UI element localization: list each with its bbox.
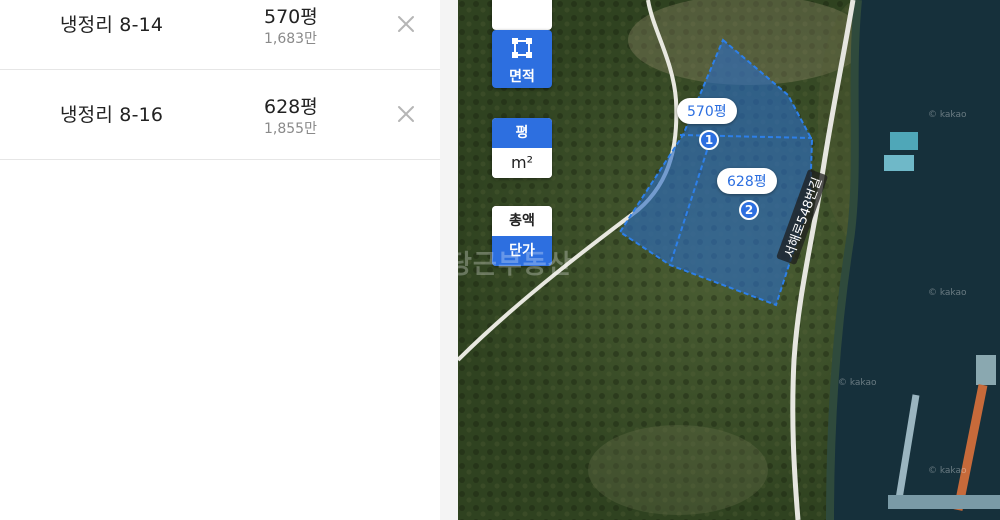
parcel-area: 628평: [264, 96, 318, 118]
unit-option-m2[interactable]: m²: [492, 148, 552, 178]
unit-toggle[interactable]: 평 m²: [492, 118, 552, 178]
map-credit: © kakao: [928, 466, 967, 476]
parcel-list-item[interactable]: 냉정리 8-14 570평 1,683만: [0, 0, 440, 70]
unit-option-pyeong[interactable]: 평: [492, 118, 552, 148]
remove-parcel-button[interactable]: [393, 11, 419, 37]
parcel-list-item[interactable]: 냉정리 8-16 628평 1,855만: [0, 70, 440, 160]
map-tool-button[interactable]: [492, 0, 552, 30]
parcel-price: 1,855만: [264, 121, 317, 137]
area-button-label: 면적: [509, 69, 535, 85]
close-icon: [398, 16, 414, 32]
parcel-list-panel: 냉정리 8-14 570평 1,683만 냉정리 8-16 628평 1,855…: [0, 0, 440, 520]
panel-divider: [440, 0, 458, 520]
polygon-select-icon: [512, 38, 532, 58]
area-measure-button[interactable]: 면적: [492, 30, 552, 88]
parcel-price: 1,683만: [264, 31, 317, 47]
remove-parcel-button[interactable]: [393, 101, 419, 127]
parcel-number-marker[interactable]: 1: [699, 130, 719, 150]
map-credit: © kakao: [928, 288, 967, 298]
price-option-total[interactable]: 총액: [492, 206, 552, 236]
satellite-map[interactable]: 면적 평 m² 총액 단가 570평 1 628평 2 당근부동산 서해로548…: [458, 0, 1000, 520]
parcel-name: 냉정리 8-16: [60, 104, 164, 126]
parcel-area: 570평: [264, 6, 318, 28]
map-credit: © kakao: [838, 378, 877, 388]
parcel-area-label[interactable]: 570평: [677, 98, 737, 124]
watermark: 당근부동산: [458, 250, 573, 280]
close-icon: [398, 106, 414, 122]
parcel-number-marker[interactable]: 2: [739, 200, 759, 220]
parcel-name: 냉정리 8-14: [60, 14, 164, 36]
parcel-area-label[interactable]: 628평: [717, 168, 777, 194]
map-credit: © kakao: [928, 110, 967, 120]
